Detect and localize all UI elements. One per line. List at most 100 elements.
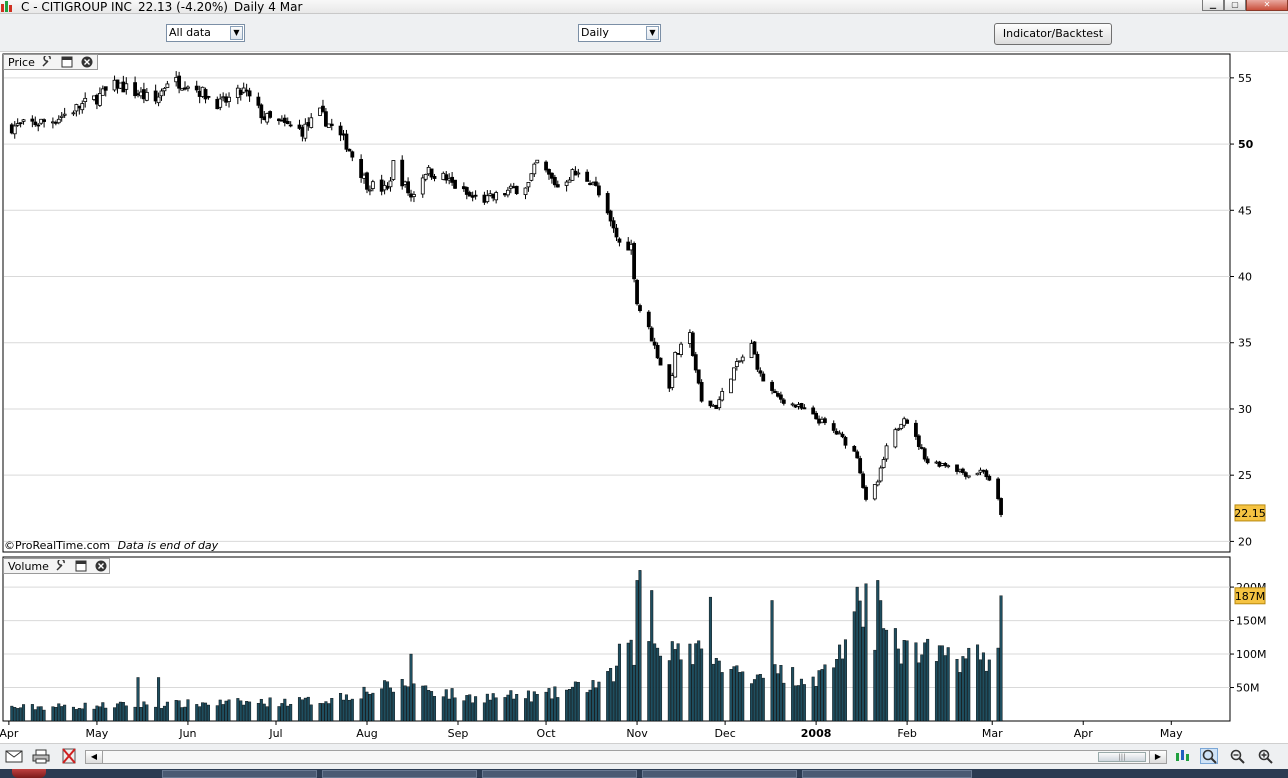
candle-body <box>218 98 223 108</box>
zoom-in-icon[interactable] <box>1256 748 1274 764</box>
volume-bar <box>864 583 868 722</box>
volume-bar <box>899 663 903 722</box>
zoom-out-icon[interactable] <box>1228 748 1246 764</box>
volume-bar <box>814 686 818 722</box>
volume-bar <box>711 663 715 722</box>
zoom-select-icon[interactable] <box>1200 748 1218 764</box>
start-button[interactable] <box>12 769 46 778</box>
volume-bar <box>471 702 475 722</box>
volume-bar <box>201 702 205 722</box>
volume-bar <box>532 691 536 722</box>
mail-icon[interactable] <box>5 748 23 764</box>
print-icon[interactable] <box>32 748 50 764</box>
volume-bar <box>714 658 718 722</box>
candle-body <box>594 181 598 186</box>
volume-bar <box>447 698 451 722</box>
volume-bar <box>981 652 985 722</box>
candle-body <box>473 194 478 197</box>
volume-bar <box>16 708 20 722</box>
indicator-backtest-button[interactable]: Indicator/Backtest <box>994 23 1112 45</box>
maximize-icon[interactable]: ▢ <box>1224 0 1246 11</box>
candle-body <box>80 103 85 111</box>
x-tick-label: Jul <box>268 727 282 740</box>
candle-body <box>194 85 199 91</box>
volume-bar <box>791 667 795 722</box>
taskbar-item[interactable] <box>642 770 797 778</box>
volume-bar <box>940 645 944 722</box>
period-value: Daily <box>581 26 609 39</box>
volume-bar <box>142 701 146 722</box>
disconnect-icon[interactable] <box>60 748 78 764</box>
volume-bar <box>943 655 947 722</box>
volume-bar <box>224 700 228 722</box>
candle-body <box>858 458 863 474</box>
volume-bar <box>934 661 938 722</box>
candle-body <box>646 311 651 328</box>
volume-bar <box>612 681 616 722</box>
volume-bar <box>403 685 407 722</box>
candle-body <box>485 195 490 203</box>
chevron-down-icon[interactable]: ▼ <box>646 26 659 40</box>
volume-bar <box>74 709 78 722</box>
minimize-icon[interactable]: ▁ <box>1202 0 1224 11</box>
taskbar-item[interactable] <box>162 770 317 778</box>
volume-bar <box>694 643 698 722</box>
horizontal-scrollbar[interactable]: ◀ ||| ▶ <box>85 750 1167 764</box>
scroll-right-icon[interactable]: ▶ <box>1149 751 1166 763</box>
scroll-thumb[interactable]: ||| <box>1098 752 1146 762</box>
close-window-icon[interactable]: ✕ <box>1246 0 1288 11</box>
last-volume-label: 187M <box>1235 590 1266 603</box>
taskbar-item[interactable] <box>802 770 972 778</box>
volume-bar <box>820 669 824 722</box>
candle-body <box>878 467 883 482</box>
volume-bar <box>576 681 580 722</box>
candle-body <box>21 119 26 122</box>
volume-bar <box>946 647 950 722</box>
volume-bar <box>673 649 677 722</box>
candle-body <box>285 120 290 125</box>
volume-bar <box>444 689 448 722</box>
wrench-icon[interactable] <box>41 56 53 68</box>
volume-bar <box>885 629 889 722</box>
volume-bar <box>259 698 263 722</box>
volume-bar <box>667 660 671 722</box>
volume-bar <box>617 643 621 722</box>
candle-body <box>505 189 510 196</box>
scroll-left-icon[interactable]: ◀ <box>86 751 103 763</box>
volume-bar <box>594 687 598 722</box>
taskbar-item[interactable] <box>482 770 637 778</box>
volume-bar <box>752 679 756 722</box>
volume-bar <box>450 688 454 722</box>
taskbar-item[interactable] <box>322 770 477 778</box>
data-range-select[interactable]: All data ▼ <box>166 24 245 42</box>
period-select[interactable]: Daily ▼ <box>578 24 661 42</box>
candle-body <box>778 394 783 400</box>
candle-body <box>596 185 601 196</box>
price-tick-label: 45 <box>1238 204 1252 217</box>
x-tick-label: Apr <box>0 727 19 740</box>
close-panel-icon[interactable] <box>81 56 93 68</box>
chevron-down-icon[interactable]: ▼ <box>230 26 243 40</box>
volume-bar <box>568 689 572 722</box>
volume-bar <box>999 595 1003 722</box>
volume-bar <box>796 685 800 722</box>
volume-bar <box>330 698 334 722</box>
window-icon[interactable] <box>61 56 73 68</box>
candle-body <box>734 361 739 368</box>
volume-bar <box>186 699 190 722</box>
volume-bar <box>591 680 595 722</box>
volume-bar <box>236 698 240 722</box>
candle-style-icon[interactable] <box>1173 748 1191 764</box>
candle-body <box>717 399 722 409</box>
volume-bar <box>638 570 642 722</box>
close-panel-icon[interactable] <box>95 560 107 572</box>
volume-bar <box>770 600 774 722</box>
volume-bar <box>215 705 219 722</box>
volume-bar <box>679 659 683 722</box>
wrench-icon[interactable] <box>55 560 67 572</box>
volume-bar <box>95 705 99 722</box>
window-icon[interactable] <box>75 560 87 572</box>
volume-bar <box>852 611 856 722</box>
candle-body <box>423 174 428 180</box>
volume-bar <box>221 704 225 722</box>
